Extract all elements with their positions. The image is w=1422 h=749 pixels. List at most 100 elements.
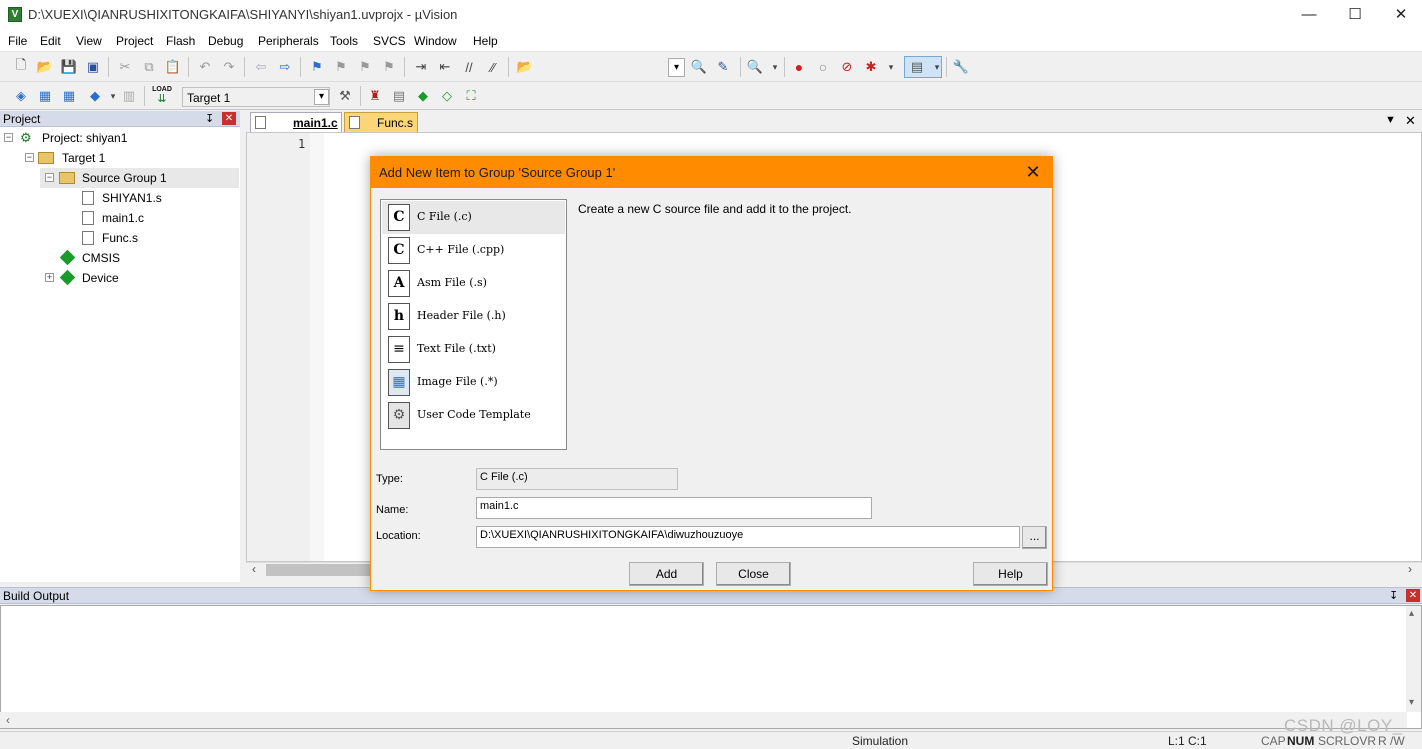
insert-bookmark-icon[interactable]: ⚑ [308, 58, 326, 76]
close-button[interactable]: Close [716, 562, 791, 586]
previous-bookmark-icon[interactable]: ⚑ [332, 58, 350, 76]
help-button[interactable]: Help [973, 562, 1048, 586]
open-file-icon[interactable]: 📂 [36, 58, 54, 76]
find-in-files-icon[interactable]: 📂 [516, 58, 534, 76]
collapse-icon[interactable]: − [4, 133, 13, 142]
expand-icon[interactable]: + [45, 273, 54, 282]
tree-item-file[interactable]: main1.c [0, 208, 240, 228]
scroll-left-icon[interactable]: ‹ [6, 713, 10, 727]
target-select[interactable]: Target 1 ▾ [182, 87, 330, 107]
batch-build-icon[interactable]: ◆ [86, 87, 104, 105]
manage-multi-project-icon[interactable]: ▤ [390, 87, 408, 105]
debug-session-icon[interactable]: 🔍 [746, 58, 764, 76]
pin-icon[interactable]: ↧ [205, 112, 214, 125]
add-button[interactable]: Add [629, 562, 704, 586]
file-type-text[interactable]: ≡ Text File (.txt) [382, 333, 565, 366]
menu-svcs[interactable]: SVCS [373, 34, 406, 48]
debug-dropdown-icon[interactable]: ▾ [766, 58, 784, 76]
build-output-close-icon[interactable]: ✕ [1406, 589, 1420, 602]
disable-breakpoint-icon[interactable]: ○ [814, 58, 832, 76]
navigate-forward-icon[interactable]: ⇨ [276, 58, 294, 76]
menu-file[interactable]: File [8, 34, 27, 48]
project-panel-close-icon[interactable]: ✕ [222, 112, 236, 125]
incremental-find-icon[interactable]: ✎ [714, 58, 732, 76]
build-output-horizontal-scrollbar[interactable] [0, 712, 1407, 728]
location-input[interactable]: D:\XUEXI\QIANRUSHIXITONGKAIFA\diwuzhouzu… [476, 526, 1020, 548]
new-file-icon[interactable]: 🗋 [12, 57, 30, 76]
find-combo-dropdown[interactable]: ▾ [668, 58, 685, 77]
configure-wrench-icon[interactable]: 🔧 [952, 58, 970, 76]
file-type-c[interactable]: C C File (.c) [382, 201, 565, 234]
scroll-left-icon[interactable]: ‹ [252, 562, 256, 576]
build-icon[interactable]: ▦ [36, 87, 54, 105]
tree-item-file[interactable]: SHIYAN1.s [0, 188, 240, 208]
tree-item-project[interactable]: − ⚙ Project: shiyan1 [0, 128, 240, 148]
insert-breakpoint-icon[interactable]: ● [790, 58, 808, 76]
undo-icon[interactable]: ↶ [196, 58, 214, 76]
build-output-panel[interactable] [0, 605, 1422, 729]
tree-item-source-group[interactable]: − Source Group 1 [40, 168, 239, 188]
menu-debug[interactable]: Debug [208, 34, 243, 48]
manage-rte-icon[interactable]: ◆ [414, 87, 432, 105]
pin-icon[interactable]: ↧ [1389, 589, 1398, 602]
collapse-icon[interactable]: − [25, 153, 34, 162]
file-type-user-template[interactable]: ⚙ User Code Template [382, 399, 565, 432]
clear-bookmarks-icon[interactable]: ⚑ [380, 58, 398, 76]
tree-item-cmsis[interactable]: CMSIS [0, 248, 240, 268]
file-type-header[interactable]: h Header File (.h) [382, 300, 565, 333]
dialog-close-icon[interactable]: ✕ [1021, 161, 1045, 183]
cut-icon[interactable]: ✂ [116, 58, 134, 76]
menu-peripherals[interactable]: Peripherals [258, 34, 319, 48]
tree-item-file[interactable]: Func.s [0, 228, 240, 248]
scroll-down-icon[interactable]: ▾ [1409, 697, 1414, 708]
tab-func-s[interactable]: Func.s [344, 112, 418, 132]
menu-flash[interactable]: Flash [166, 34, 195, 48]
tab-list-dropdown-icon[interactable]: ▼ [1385, 114, 1396, 126]
collapse-icon[interactable]: − [45, 173, 54, 182]
indent-icon[interactable]: ⇥ [412, 58, 430, 76]
minimize-button[interactable]: — [1286, 0, 1332, 30]
save-icon[interactable]: 💾 [60, 58, 78, 76]
comment-icon[interactable]: // [460, 58, 478, 76]
paste-icon[interactable]: 📋 [164, 58, 182, 76]
copy-icon[interactable]: ⧉ [140, 58, 158, 76]
find-icon[interactable]: 🔍 [690, 58, 708, 76]
uncomment-icon[interactable]: ⁄⁄ [484, 58, 502, 76]
next-bookmark-icon[interactable]: ⚑ [356, 58, 374, 76]
kill-all-breakpoints-icon[interactable]: ✱ [862, 58, 880, 76]
redo-icon[interactable]: ↷ [220, 58, 238, 76]
tab-main1-c[interactable]: main1.c [250, 112, 342, 132]
close-editor-icon[interactable]: ✕ [1405, 113, 1416, 129]
name-input[interactable]: main1.c [476, 497, 872, 519]
menu-window[interactable]: Window [414, 34, 457, 48]
manage-project-items-icon[interactable]: ♜ [366, 87, 384, 105]
navigate-back-icon[interactable]: ⇦ [252, 58, 270, 76]
scroll-right-icon[interactable]: › [1408, 562, 1412, 576]
disable-all-breakpoints-icon[interactable]: ⊘ [838, 58, 856, 76]
menu-tools[interactable]: Tools [330, 34, 358, 48]
menu-help[interactable]: Help [473, 34, 498, 48]
scroll-thumb[interactable] [266, 564, 370, 576]
file-type-asm[interactable]: A Asm File (.s) [382, 267, 565, 300]
file-type-image[interactable]: ▦ Image File (.*) [382, 366, 565, 399]
file-type-list[interactable]: C C File (.c) C C++ File (.cpp) A Asm Fi… [380, 199, 567, 450]
target-options-icon[interactable]: ⚒ [336, 87, 354, 105]
pack-installer-icon[interactable]: ⛶ [462, 87, 480, 105]
scroll-up-icon[interactable]: ▴ [1409, 608, 1414, 619]
maximize-button[interactable]: ☐ [1332, 0, 1378, 30]
download-icon[interactable]: LOAD ⇊ [152, 86, 172, 106]
tree-item-device[interactable]: + Device [0, 268, 240, 288]
stop-build-icon[interactable]: ▥ [120, 87, 138, 105]
select-software-packs-icon[interactable]: ◇ [438, 87, 456, 105]
unindent-icon[interactable]: ⇤ [436, 58, 454, 76]
breakpoints-dropdown-icon[interactable]: ▾ [882, 58, 900, 76]
translate-icon[interactable]: ◈ [12, 87, 30, 105]
rebuild-icon[interactable]: ▦ [60, 87, 78, 105]
menu-edit[interactable]: Edit [40, 34, 61, 48]
window-close-button[interactable]: ✕ [1378, 0, 1422, 30]
menu-view[interactable]: View [76, 34, 102, 48]
browse-button[interactable]: ... [1022, 526, 1047, 549]
menu-project[interactable]: Project [116, 34, 153, 48]
file-type-cpp[interactable]: C C++ File (.cpp) [382, 234, 565, 267]
tree-item-target[interactable]: − Target 1 [0, 148, 240, 168]
